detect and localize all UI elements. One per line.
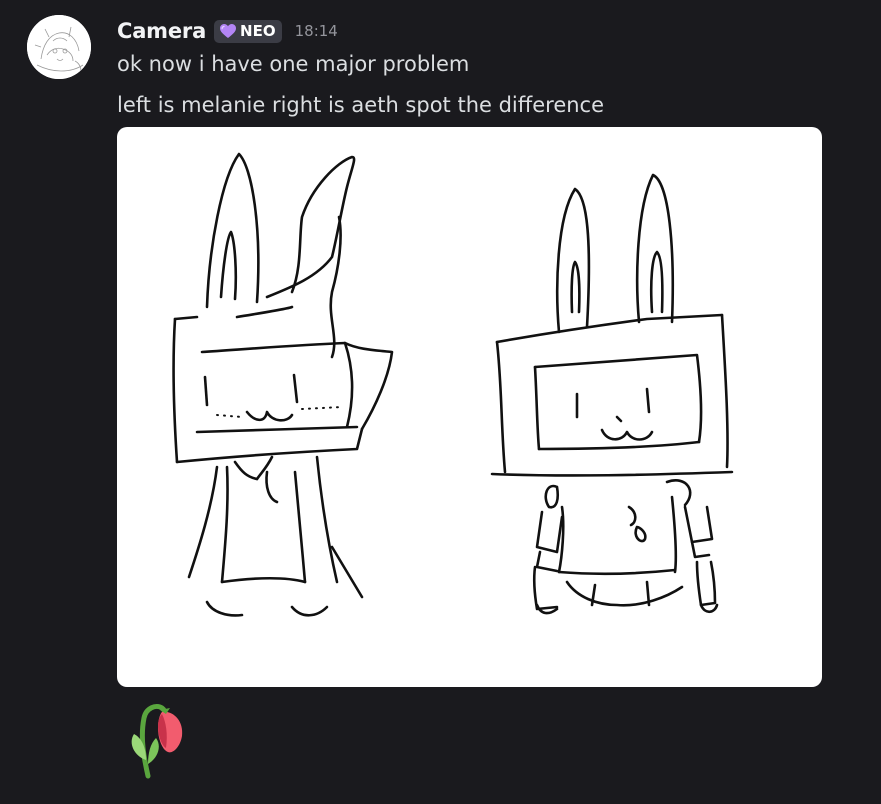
tag-label: NEO [240, 22, 276, 40]
username[interactable]: Camera [117, 19, 206, 43]
image-attachment[interactable] [117, 127, 822, 687]
left-character-sketch [172, 152, 394, 617]
server-tag[interactable]: NEO [214, 19, 282, 43]
message-text-line: ok now i have one major problem [117, 52, 470, 76]
chat-message: Camera NEO 18:14 ok now i have one major… [0, 0, 881, 804]
message-header: Camera NEO 18:14 [117, 16, 338, 46]
user-avatar[interactable] [27, 15, 91, 79]
wilted-flower-icon [131, 703, 183, 779]
message-text-line: left is melanie right is aeth spot the d… [117, 93, 605, 117]
heart-icon [220, 24, 237, 38]
avatar-sketch [27, 15, 91, 79]
wilted-flower-reaction[interactable] [126, 698, 192, 784]
message-timestamp[interactable]: 18:14 [295, 22, 338, 40]
sketch-image [172, 152, 734, 617]
right-character-sketch [490, 173, 734, 615]
